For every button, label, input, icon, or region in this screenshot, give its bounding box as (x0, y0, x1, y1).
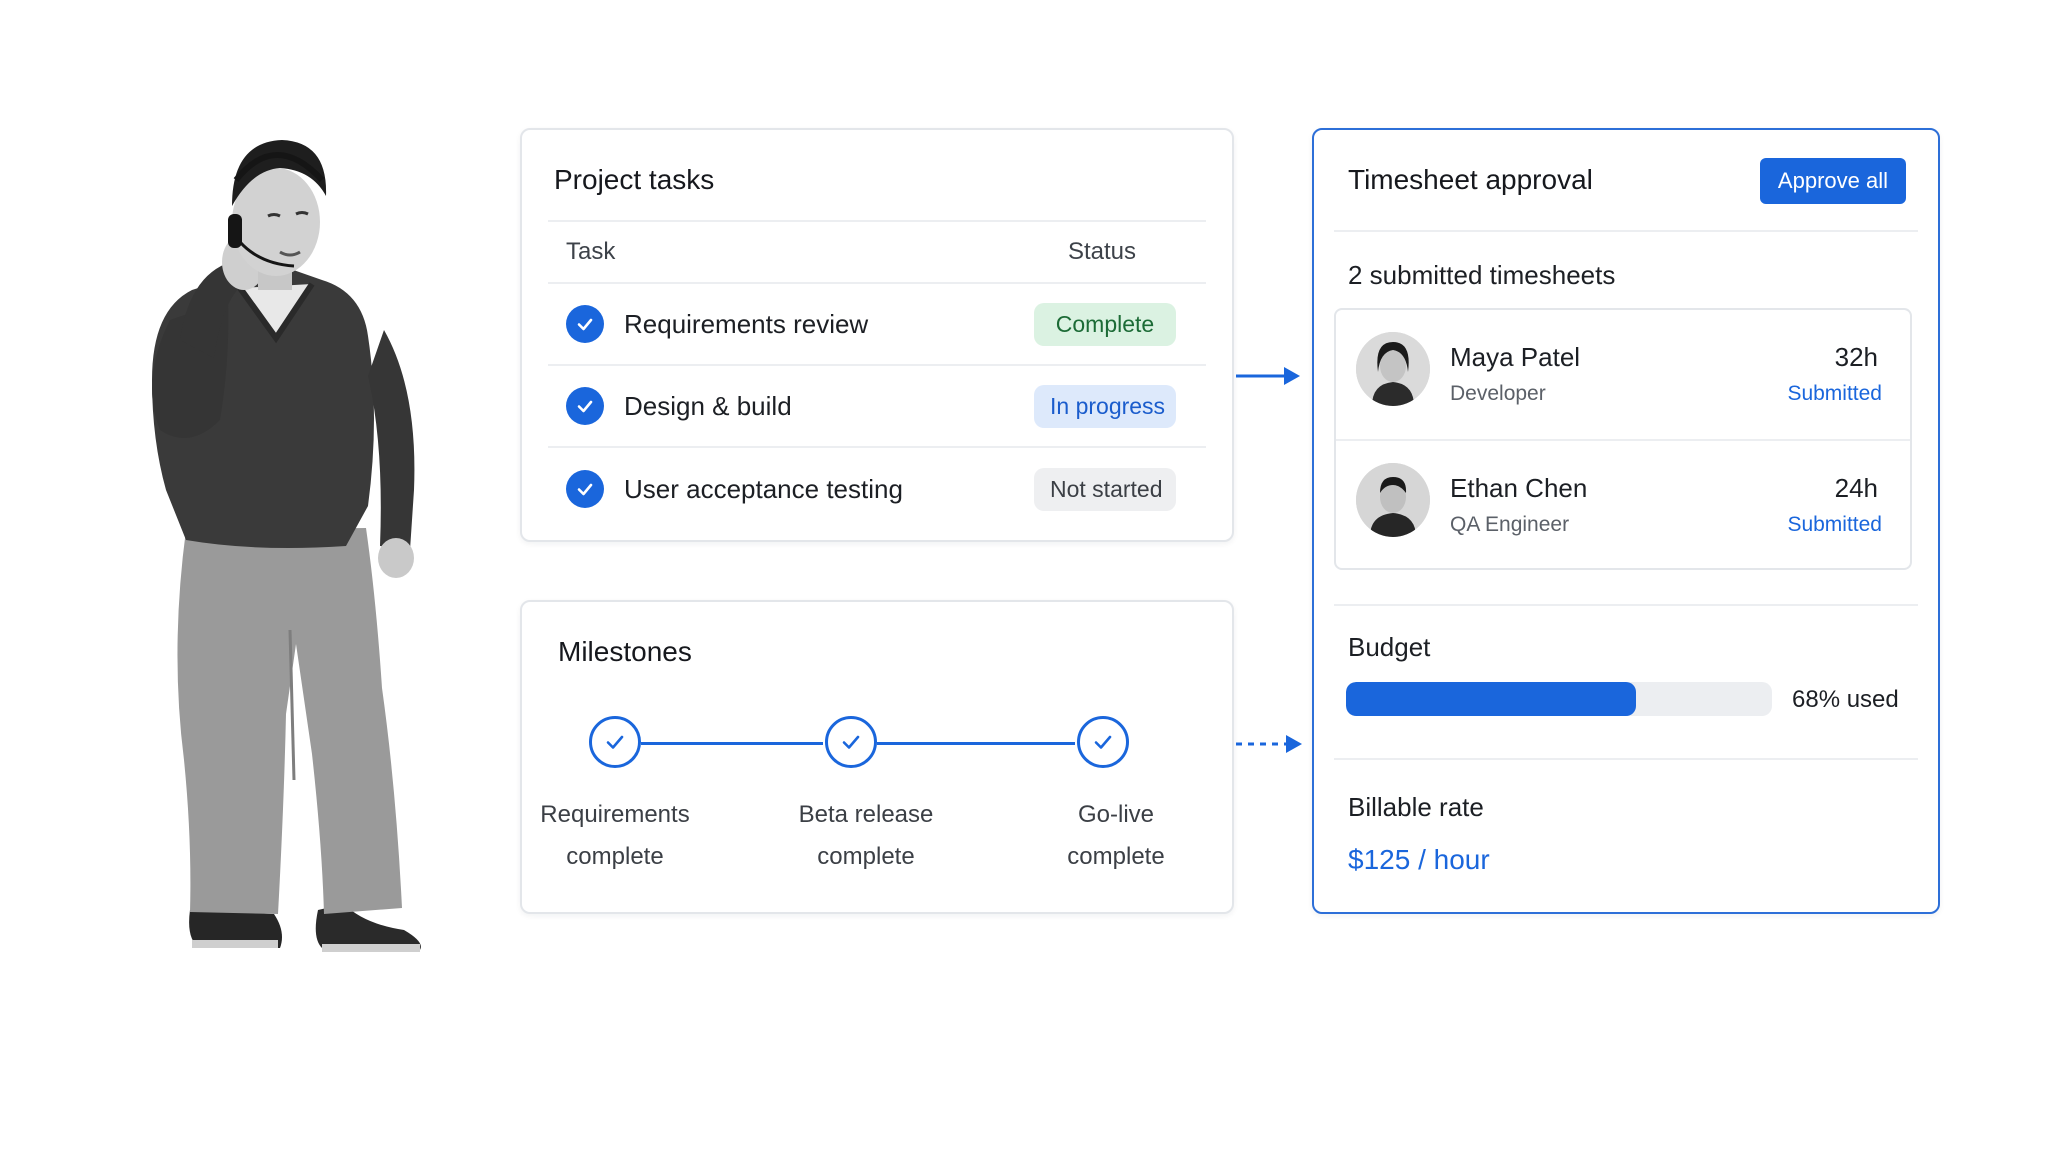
milestone-label-line: complete (566, 843, 664, 870)
status-badge: Complete (1034, 302, 1176, 346)
milestone-label-line: Go-live (1077, 801, 1155, 828)
tasks-table: Task Status Requirements review Complete… (548, 220, 1206, 530)
milestone-label-line: complete (817, 843, 915, 870)
milestone-check-icon (589, 716, 641, 768)
milestone-check-icon (1077, 716, 1129, 768)
milestone-check-icon (825, 716, 877, 768)
milestone-label: Requirements complete (515, 794, 715, 878)
task-row[interactable]: Requirements review Complete (548, 284, 1206, 366)
check-circle-icon[interactable] (566, 470, 604, 508)
arrow-right-icon (1236, 367, 1300, 385)
timesheet-name: Maya Patel (1450, 342, 1581, 372)
task-row[interactable]: User acceptance testing Not started (548, 448, 1206, 530)
milestone-label-line: Requirements (540, 801, 690, 828)
project-tasks-title: Project tasks (554, 164, 715, 195)
check-circle-icon[interactable] (566, 387, 604, 425)
milestones-card: Milestones Requirements complete Beta re… (520, 600, 1234, 914)
timesheet-hours: 24h (1834, 473, 1878, 503)
task-row[interactable]: Design & build In progress (548, 366, 1206, 448)
approve-all-button[interactable]: Approve all (1759, 158, 1906, 204)
budget-label: Budget (1348, 632, 1431, 662)
person-illustration (140, 110, 460, 990)
dashed-arrow-right-icon (1236, 735, 1302, 753)
budget-used-label: 68% used (1792, 686, 1899, 713)
budget-progress-bar (1346, 682, 1772, 716)
billable-rate-value: $125 / hour (1348, 844, 1490, 875)
timesheet-approval-card: Timesheet approval Approve all 2 submitt… (1312, 128, 1940, 914)
column-header-status: Status (1067, 238, 1136, 265)
milestones-title: Milestones (558, 636, 692, 667)
divider (1334, 758, 1918, 760)
milestone-timeline (522, 708, 1236, 778)
billable-rate-label: Billable rate (1348, 792, 1484, 822)
milestone-label: Go-live complete (1016, 794, 1216, 878)
timesheet-entry[interactable]: Maya Patel Developer 32h Submitted (1336, 310, 1910, 439)
project-tasks-card: Project tasks Task Status Requirements r… (520, 128, 1234, 542)
timesheet-role: QA Engineer (1450, 513, 1570, 536)
task-name: Requirements review (624, 308, 869, 339)
budget-progress-fill (1346, 682, 1636, 716)
check-circle-icon[interactable] (566, 305, 604, 343)
divider (1334, 604, 1918, 606)
avatar (1356, 463, 1430, 537)
timesheet-name: Ethan Chen (1450, 473, 1588, 503)
milestone-connector (641, 742, 823, 745)
milestone-label-line: Beta release (798, 801, 934, 828)
tasks-table-header: Task Status (548, 220, 1206, 284)
avatar (1356, 332, 1430, 406)
milestone-label-line: complete (1067, 843, 1165, 870)
milestone-label: Beta release complete (766, 794, 966, 878)
column-header-task: Task (566, 238, 616, 265)
milestone-connector (877, 742, 1075, 745)
timesheet-status: Submitted (1787, 513, 1882, 536)
timesheet-role: Developer (1450, 382, 1546, 405)
task-name: Design & build (624, 390, 792, 421)
timesheet-entry[interactable]: Ethan Chen QA Engineer 24h Submitted (1336, 439, 1910, 568)
timesheet-title: Timesheet approval (1348, 164, 1593, 195)
timesheet-hours: 32h (1834, 342, 1878, 372)
divider (1334, 230, 1918, 232)
timesheet-status: Submitted (1787, 382, 1882, 405)
status-badge: Not started (1034, 467, 1176, 511)
task-name: User acceptance testing (624, 473, 903, 504)
status-badge: In progress (1034, 384, 1176, 428)
submitted-count: 2 submitted timesheets (1348, 260, 1616, 290)
timesheet-list: Maya Patel Developer 32h Submitted Ethan… (1334, 308, 1912, 570)
